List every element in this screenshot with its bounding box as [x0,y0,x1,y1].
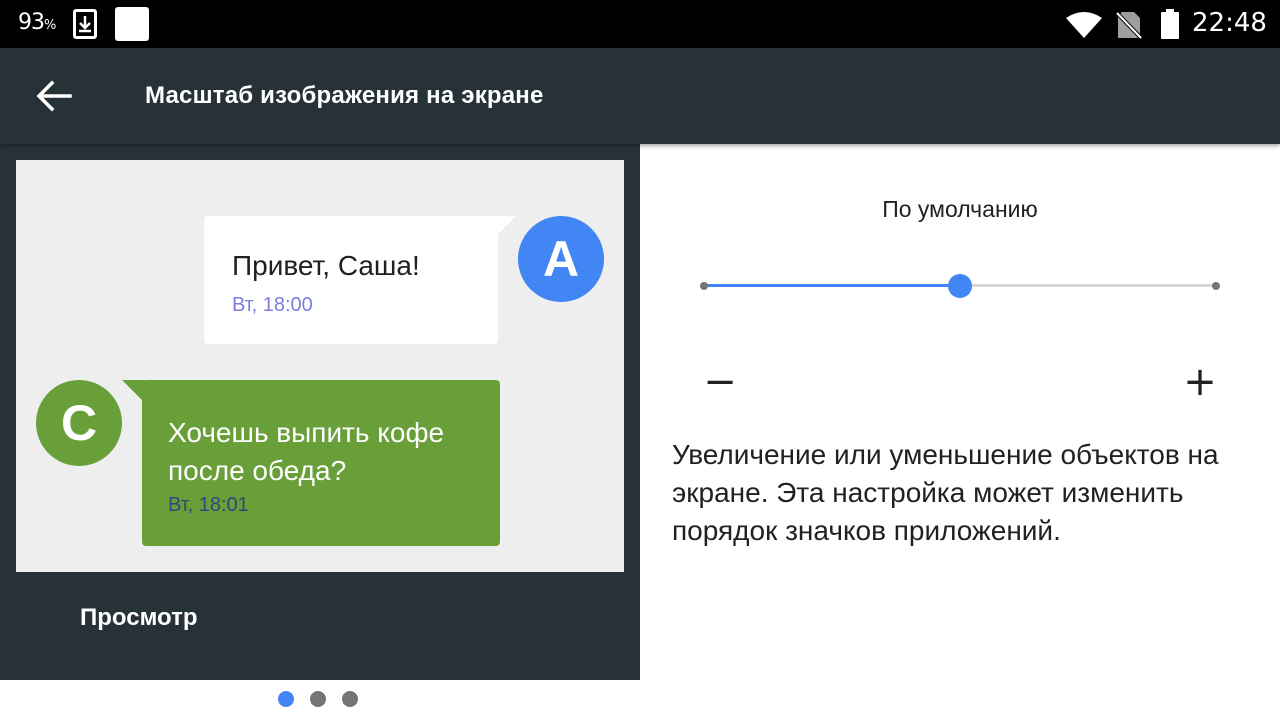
notification-square-icon [115,7,149,41]
display-size-slider[interactable] [700,268,1220,304]
download-icon [73,9,97,39]
incoming-bubble-tail [494,216,516,238]
outgoing-message-time: Вт, 18:01 [168,494,249,516]
battery-percent: 93% [18,10,56,35]
slider-fill [704,284,960,287]
description-text: Увеличение или уменьшение объектов на эк… [672,439,1219,546]
battery-percent-value: 93 [18,10,45,35]
preview-panel[interactable]: Привет, Саша! Вт, 18:00 A Хочешь выпить … [0,144,640,680]
outgoing-message-text: Хочешь выпить кофе после обеда? [168,417,445,486]
pager-dot[interactable] [278,691,294,707]
no-sim-icon [1116,11,1142,40]
avatar: C [36,380,122,466]
status-bar: 93% 22:48 [0,0,1280,48]
app-bar: Масштаб изображения на экране [0,48,1280,144]
page-title: Масштаб изображения на экране [145,82,544,109]
preview-label: Просмотр [80,604,198,631]
pager-dot[interactable] [310,691,326,707]
decrease-button[interactable]: − [700,359,740,405]
arrow-back-icon [36,80,72,112]
scale-current-label: По умолчанию [882,196,1038,222]
increase-button[interactable]: + [1180,359,1220,405]
outgoing-bubble-tail [122,380,144,402]
pager-dot[interactable] [342,691,358,707]
incoming-message-bubble: Привет, Саша! Вт, 18:00 [204,216,498,344]
back-button[interactable] [30,72,78,120]
avatar: A [518,216,604,302]
slider-tick [1212,282,1220,290]
incoming-message-time: Вт, 18:00 [232,294,313,316]
slider-thumb[interactable] [948,274,972,298]
outgoing-message-bubble: Хочешь выпить кофе после обеда? Вт, 18:0… [142,380,500,546]
incoming-message-text: Привет, Саша! [232,250,420,281]
battery-percent-unit: % [44,18,56,33]
clock: 22:48 [1192,8,1267,38]
preview-card: Привет, Саша! Вт, 18:00 A Хочешь выпить … [16,160,624,572]
slider-tick [700,282,708,290]
battery-icon [1161,9,1179,39]
pager-indicator [278,691,358,707]
wifi-icon [1066,12,1102,38]
